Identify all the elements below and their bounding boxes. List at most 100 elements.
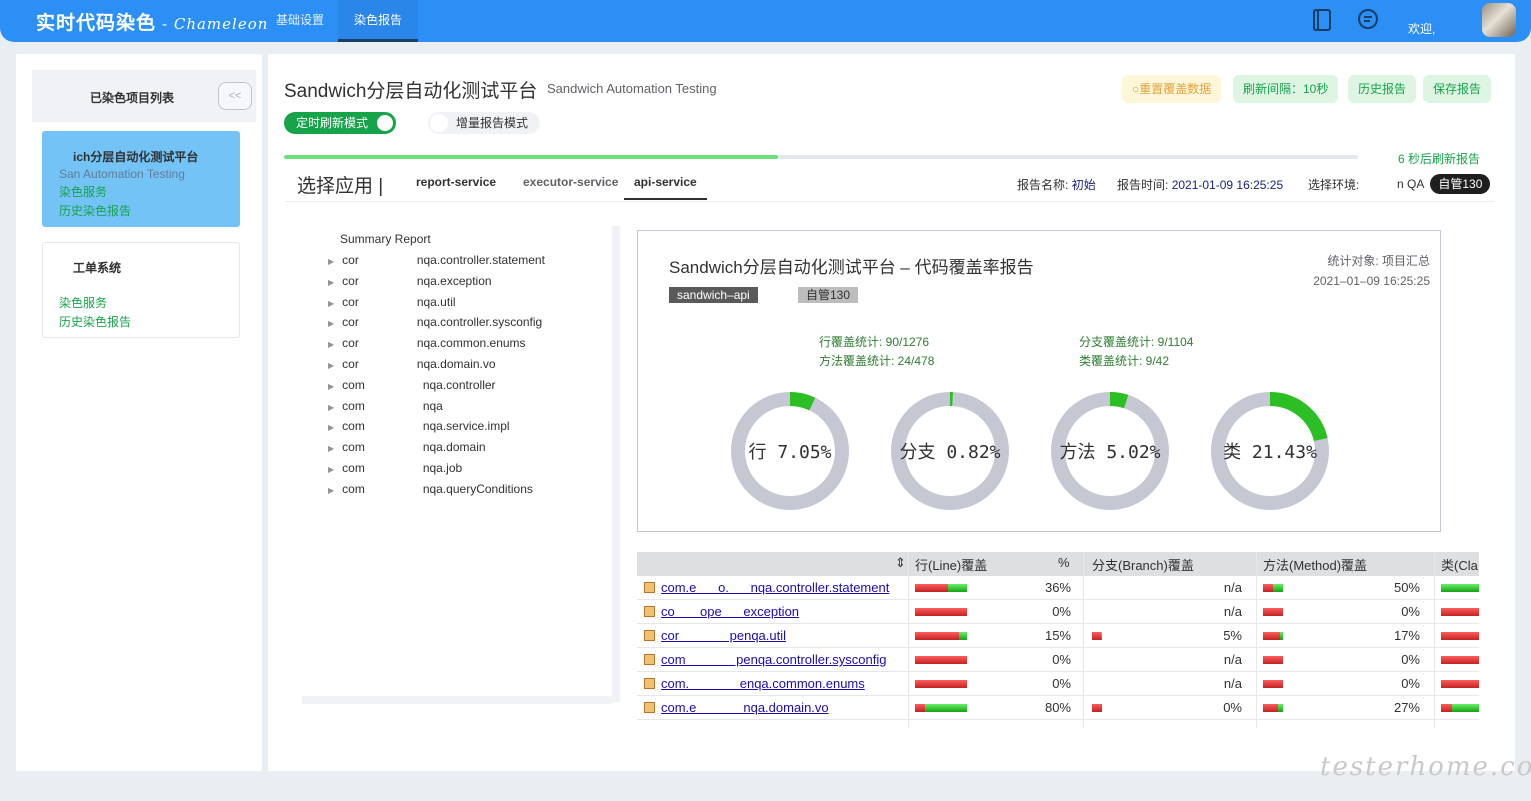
- branch-coverage-value: n/a: [1223, 676, 1242, 691]
- tree-item[interactable]: ▶ com nqa: [328, 399, 443, 413]
- expand-arrow-icon[interactable]: ▶: [328, 382, 334, 391]
- coloring-service-link[interactable]: 染色服务: [59, 294, 239, 311]
- package-icon: [644, 702, 655, 713]
- refresh-interval-button[interactable]: 刷新间隔：10秒: [1233, 75, 1339, 103]
- expand-arrow-icon[interactable]: ▶: [328, 423, 334, 432]
- covered-portion: [1273, 584, 1283, 592]
- incremental-report-switch[interactable]: 增量报告模式: [428, 112, 540, 134]
- tree-item[interactable]: ▶ cor nqa.controller.statement: [328, 253, 545, 267]
- tree-item[interactable]: ▶ com nqa.service.impl: [328, 419, 510, 433]
- app-selector-bar: 选择应用 | report-service executor-service a…: [284, 166, 1494, 202]
- tree-horizontal-scrollbar[interactable]: [302, 696, 612, 704]
- expand-arrow-icon[interactable]: ▶: [328, 340, 334, 349]
- tree-item[interactable]: ▶ com nqa.controller: [328, 378, 496, 392]
- report-name: 报告名称: 初始: [1017, 176, 1096, 193]
- expand-arrow-icon[interactable]: ▶: [328, 278, 334, 287]
- method-coverage-value: 27%: [1393, 700, 1420, 715]
- tree-item-prefix: cor: [342, 273, 359, 288]
- col-pct[interactable]: %: [1058, 555, 1070, 570]
- package-link[interactable]: co ope exception: [661, 604, 799, 619]
- class-stat: 类覆盖统计: 9/42: [1079, 354, 1170, 368]
- project-name: 工单系统: [73, 261, 122, 275]
- tree-item[interactable]: ▶ cor nqa.common.enums: [328, 336, 526, 350]
- tree-item-prefix: cor: [342, 336, 359, 351]
- package-link[interactable]: com.e nqa.domain.vo: [661, 700, 829, 715]
- expand-arrow-icon[interactable]: ▶: [328, 257, 334, 266]
- sort-icon[interactable]: ⇕: [895, 555, 906, 571]
- expand-arrow-icon[interactable]: ▶: [328, 319, 334, 328]
- col-line[interactable]: 行(Line)覆盖: [915, 555, 987, 574]
- package-link[interactable]: com penqa.controller.sysconfig: [661, 652, 886, 667]
- save-report-button[interactable]: 保存报告: [1423, 75, 1492, 103]
- tree-item-prefix: com: [342, 461, 365, 475]
- tree-item[interactable]: ▶ cor nqa.domain.vo: [328, 357, 496, 371]
- history-report-button[interactable]: 历史报告: [1348, 75, 1417, 103]
- col-method[interactable]: 方法(Method)覆盖: [1263, 555, 1367, 574]
- tree-item-suffix: nqa.domain.vo: [416, 357, 496, 371]
- package-link[interactable]: com.e o. nqa.controller.statement: [661, 580, 889, 595]
- expand-arrow-icon[interactable]: ▶: [328, 444, 334, 453]
- reset-coverage-button[interactable]: ○重置覆盖数据: [1122, 75, 1222, 103]
- tree-item-suffix: nqa.controller: [422, 377, 496, 392]
- summary-report-link[interactable]: Summary Report: [340, 232, 431, 246]
- page-subtitle: Sandwich Automation Testing: [547, 81, 717, 96]
- tree-item[interactable]: ▶ cor nqa.controller.sysconfig: [328, 315, 542, 329]
- method-coverage-bar: [1263, 680, 1283, 688]
- expand-arrow-icon[interactable]: ▶: [328, 299, 334, 308]
- tree-item-suffix: nqa.exception: [416, 273, 492, 288]
- expand-arrow-icon[interactable]: ▶: [328, 465, 334, 474]
- watermark: testerhome.com: [1320, 752, 1531, 782]
- tree-item-suffix: nqa.common.enums: [416, 336, 526, 351]
- method-coverage-value: 0%: [1401, 652, 1420, 667]
- package-tree: Summary Report ▶ cor nqa.controller.statem…: [302, 226, 620, 706]
- document-icon[interactable]: [1311, 8, 1333, 32]
- app-subtitle: - Chameleon: [162, 15, 269, 33]
- tree-item[interactable]: ▶ com nqa.queryConditions: [328, 482, 533, 496]
- expand-arrow-icon[interactable]: ▶: [328, 403, 334, 412]
- tab-executor-service[interactable]: executor-service: [523, 175, 618, 198]
- method-coverage-value: 17%: [1393, 628, 1420, 643]
- tree-item[interactable]: ▶ com nqa.domain: [328, 440, 486, 454]
- package-icon: [644, 606, 655, 617]
- tree-item[interactable]: ▶ cor nqa.util: [328, 295, 456, 309]
- tree-item[interactable]: ▶ cor nqa.exception: [328, 274, 492, 288]
- nav-basic-settings[interactable]: 基础设置: [260, 0, 340, 42]
- package-link[interactable]: cor penqa.util: [661, 628, 786, 643]
- tree-vertical-scrollbar[interactable]: [612, 226, 620, 702]
- history-report-link[interactable]: 历史染色报告: [59, 202, 239, 219]
- donut-label: 行 7.05%: [748, 442, 831, 463]
- project-card-ticket[interactable]: 工单系统 染色服务 历史染色报告: [42, 242, 240, 338]
- project-card-sandwich[interactable]: ich分层自动化测试平台 San Automation Testing 染色服务…: [42, 131, 240, 227]
- expand-arrow-icon[interactable]: ▶: [328, 361, 334, 370]
- env-selector[interactable]: n QA 自管130: [1391, 174, 1491, 194]
- tab-report-service[interactable]: report-service: [416, 175, 496, 198]
- user-avatar[interactable]: [1482, 3, 1516, 37]
- covered-portion: [959, 632, 967, 640]
- env-option-selected[interactable]: 自管130: [1430, 174, 1491, 194]
- tree-item-prefix: cor: [342, 253, 359, 267]
- expand-arrow-icon[interactable]: ▶: [328, 486, 334, 495]
- col-class[interactable]: 类(Cla: [1441, 555, 1478, 574]
- collapse-sidebar-button[interactable]: <<: [218, 82, 252, 110]
- coloring-service-link[interactable]: 染色服务: [59, 183, 239, 200]
- branch-coverage-bar: [1092, 704, 1102, 712]
- branch-coverage-value: n/a: [1223, 580, 1242, 595]
- history-report-link[interactable]: 历史染色报告: [59, 313, 239, 330]
- package-link[interactable]: com. enqa.common.enums: [661, 676, 865, 691]
- timed-refresh-switch[interactable]: 定时刷新模式: [284, 112, 396, 134]
- table-row: com penqa.controller.sysconfig 0% n/a 0%: [637, 648, 1479, 672]
- nav-coloring-report[interactable]: 染色报告: [338, 0, 419, 42]
- main-panel: Sandwich分层自动化测试平台 Sandwich Automation Te…: [268, 54, 1515, 771]
- tab-api-service[interactable]: api-service: [624, 175, 707, 200]
- message-icon[interactable]: [1356, 8, 1378, 32]
- class-coverage-bar: [1441, 680, 1479, 688]
- timed-refresh-label: 定时刷新模式: [296, 116, 369, 130]
- coverage-donut: 类 21.43%: [1211, 392, 1329, 510]
- col-branch[interactable]: 分支(Branch)覆盖: [1092, 555, 1194, 574]
- env-option[interactable]: n QA: [1391, 174, 1431, 194]
- top-header: 实时代码染色 - Chameleon 基础设置 染色报告 欢迎,: [0, 0, 1531, 42]
- coverage-donut: 方法 5.02%: [1051, 392, 1169, 510]
- coverage-table: ⇕ 行(Line)覆盖 % 分支(Branch)覆盖 方法(Method)覆盖 …: [637, 552, 1479, 728]
- tree-item[interactable]: ▶ com nqa.job: [328, 461, 462, 475]
- refresh-progress-fill: [284, 155, 779, 159]
